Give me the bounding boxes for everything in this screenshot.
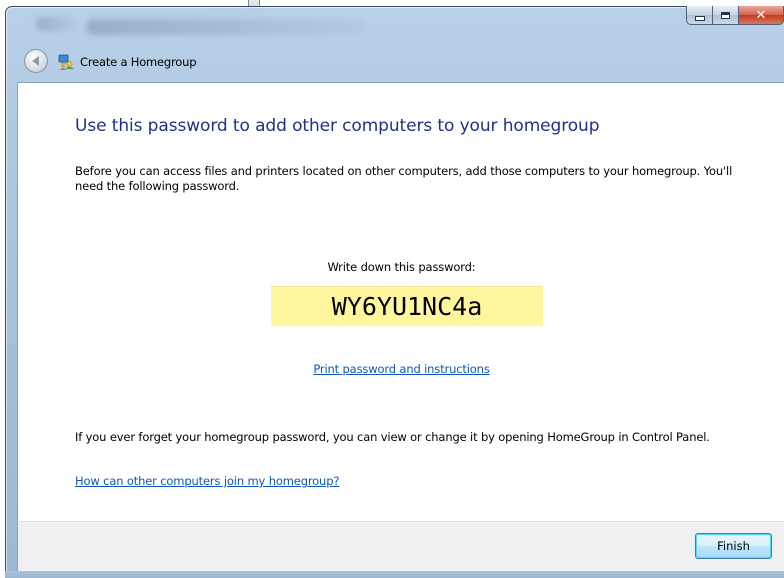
minimize-button[interactable] xyxy=(686,6,712,25)
close-button[interactable]: ✕ xyxy=(738,6,784,25)
window-bottom-frame xyxy=(5,571,784,578)
title-bar-blur xyxy=(36,17,76,31)
password-label: Write down this password: xyxy=(327,260,476,274)
join-homegroup-help-link[interactable]: How can other computers join my homegrou… xyxy=(75,474,339,488)
maximize-icon xyxy=(721,11,730,19)
homegroup-icon xyxy=(58,54,74,70)
back-button[interactable] xyxy=(24,49,48,73)
finish-button[interactable]: Finish xyxy=(695,533,772,559)
window-title: Create a Homegroup xyxy=(80,55,197,69)
password-display: WY6YU1NC4a xyxy=(271,286,543,326)
page-heading: Use this password to add other computers… xyxy=(75,116,600,136)
intro-text: Before you can access files and printers… xyxy=(75,164,733,193)
footer-bar: Finish xyxy=(17,521,784,571)
close-icon: ✕ xyxy=(755,7,767,23)
content-pane: Use this password to add other computers… xyxy=(17,82,784,522)
minimize-icon xyxy=(694,15,705,21)
back-arrow-icon xyxy=(31,56,39,66)
title-bar-blur-wide xyxy=(86,19,366,35)
caption-buttons: ✕ xyxy=(686,6,784,27)
forget-password-text: If you ever forget your homegroup passwo… xyxy=(75,430,710,444)
print-password-link[interactable]: Print password and instructions xyxy=(18,362,784,376)
maximize-button[interactable] xyxy=(712,6,738,25)
